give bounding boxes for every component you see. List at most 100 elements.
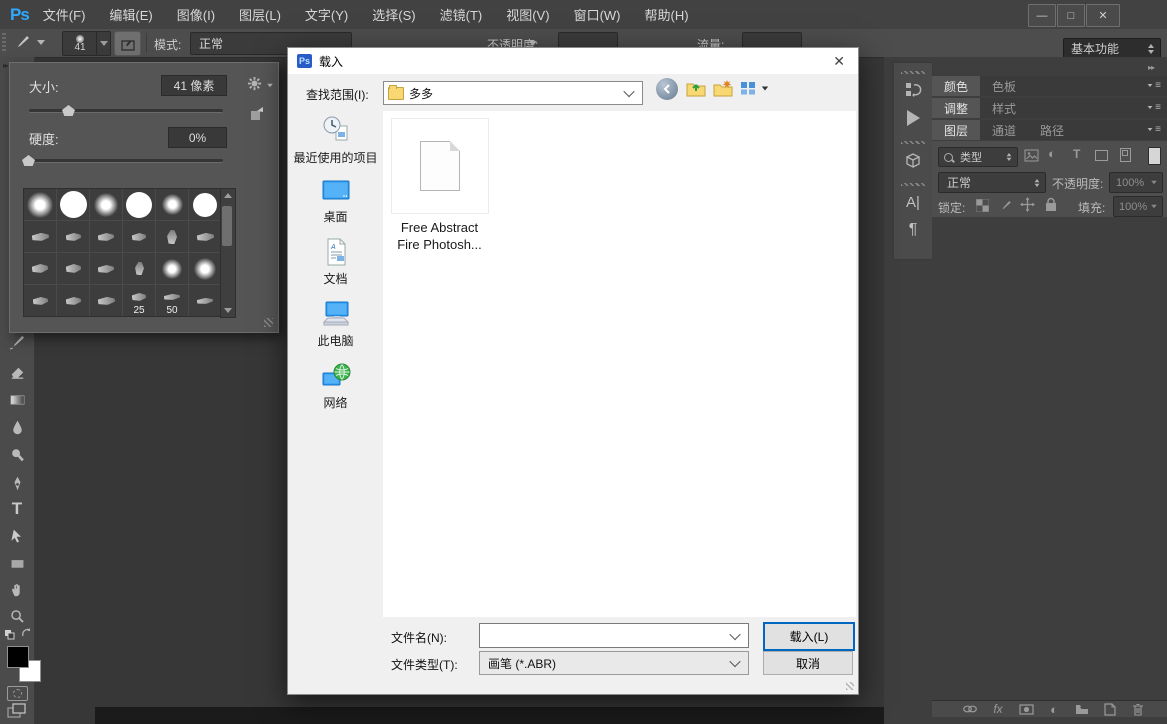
brush-preset[interactable] <box>123 221 155 252</box>
zoom-tool[interactable] <box>6 605 28 627</box>
brush-preset[interactable] <box>90 221 122 252</box>
layer-style-button[interactable]: fx <box>990 702 1006 717</box>
screen-mode-button[interactable] <box>7 703 27 721</box>
brush-preview-caret[interactable] <box>96 31 111 56</box>
foreground-color-swatch[interactable] <box>7 646 29 668</box>
dialog-resize-grip[interactable] <box>846 682 854 690</box>
menu-layer[interactable]: 图层(L) <box>239 5 281 24</box>
brush-preset[interactable] <box>24 285 56 316</box>
views-menu-button[interactable] <box>740 81 769 96</box>
up-one-level-button[interactable] <box>686 79 706 98</box>
sidebar-item-documents[interactable]: A 文档 <box>288 237 383 287</box>
filter-adjustment-icon[interactable]: ◐ <box>1048 146 1056 161</box>
strip-grip[interactable] <box>901 71 925 74</box>
collapse-tools-icon[interactable]: ▸▸ <box>3 61 7 70</box>
brush-preset[interactable] <box>90 285 122 316</box>
dialog-titlebar[interactable]: Ps 载入 ✕ <box>288 48 858 74</box>
panel-menu-icon[interactable]: ≡ <box>1146 80 1161 91</box>
options-grip[interactable] <box>2 33 6 53</box>
path-select-tool[interactable] <box>6 525 28 547</box>
menu-edit[interactable]: 编辑(E) <box>109 5 152 24</box>
hardness-slider-thumb[interactable] <box>22 155 35 166</box>
pen-tool[interactable] <box>6 472 28 494</box>
scrollbar-thumb[interactable] <box>222 206 232 246</box>
brush-preset[interactable] <box>189 189 221 220</box>
brush-preset[interactable] <box>24 189 56 220</box>
menu-filter[interactable]: 滤镜(T) <box>440 5 483 24</box>
brush-preset[interactable]: 50 <box>156 285 188 316</box>
layers-list[interactable] <box>932 217 1167 700</box>
history-panel-button[interactable] <box>902 79 924 101</box>
sidebar-item-thispc[interactable]: 此电脑 <box>288 299 383 349</box>
new-layer-button[interactable] <box>1102 702 1118 717</box>
maximize-button[interactable]: □ <box>1057 4 1085 27</box>
fill-select[interactable]: 100% <box>1113 196 1163 217</box>
brush-preset[interactable] <box>90 253 122 284</box>
panel-menu-icon[interactable]: ≡ <box>1146 102 1161 113</box>
paragraph-panel-button[interactable]: ¶ <box>902 219 924 241</box>
layer-filter-select[interactable]: 类型 <box>938 147 1018 167</box>
file-list-area[interactable]: Free Abstract Fire Photosh... <box>383 111 856 617</box>
menu-window[interactable]: 窗口(W) <box>574 5 621 24</box>
tab-color[interactable]: 颜色 <box>932 76 980 96</box>
document-canvas[interactable] <box>95 707 885 724</box>
type-tool[interactable]: T <box>6 498 28 520</box>
character-panel-button[interactable]: A| <box>902 191 924 213</box>
opacity-select[interactable]: 100% <box>1109 172 1163 193</box>
brush-preset[interactable] <box>123 189 155 220</box>
tab-adjustments[interactable]: 调整 <box>932 98 980 118</box>
brush-preset[interactable] <box>57 221 89 252</box>
preset-scrollbar[interactable] <box>220 188 236 318</box>
back-button[interactable] <box>656 78 678 100</box>
scroll-down-icon[interactable] <box>224 308 232 313</box>
menu-file[interactable]: 文件(F) <box>43 5 86 24</box>
brush-preset[interactable] <box>189 221 221 252</box>
tool-preset-picker[interactable] <box>12 32 45 52</box>
brush-preset[interactable] <box>123 253 155 284</box>
brush-preset[interactable] <box>24 221 56 252</box>
hand-tool[interactable] <box>6 579 28 601</box>
size-slider[interactable] <box>29 109 223 113</box>
minimize-button[interactable]: — <box>1028 4 1056 27</box>
menu-view[interactable]: 视图(V) <box>506 5 549 24</box>
sidebar-item-desktop[interactable]: 桌面 <box>288 177 383 225</box>
strip-grip[interactable] <box>901 183 925 186</box>
look-in-select[interactable]: 多多 <box>383 81 643 105</box>
default-colors-icon[interactable] <box>4 629 16 641</box>
gear-icon[interactable] <box>247 76 262 91</box>
workspace-switcher[interactable]: 基本功能 <box>1063 38 1161 59</box>
brush-preset[interactable] <box>57 285 89 316</box>
filter-shape-layers-icon[interactable] <box>1095 150 1108 161</box>
tab-paths[interactable]: 路径 <box>1028 120 1076 140</box>
brush-preset[interactable] <box>189 285 221 316</box>
hardness-value-field[interactable]: 0% <box>168 127 227 148</box>
gradient-tool[interactable] <box>6 388 28 410</box>
dodge-tool[interactable] <box>6 444 28 466</box>
brush-preview-button[interactable]: 41 <box>62 31 98 56</box>
hardness-slider[interactable] <box>29 159 223 163</box>
menu-image[interactable]: 图像(I) <box>177 5 215 24</box>
size-value-field[interactable]: 41 像素 <box>161 75 227 96</box>
blend-mode-select[interactable]: 正常 <box>938 172 1046 193</box>
tab-swatches[interactable]: 色板 <box>980 76 1028 96</box>
lock-position-icon[interactable] <box>1020 197 1035 212</box>
brush-preset[interactable] <box>57 253 89 284</box>
3d-panel-button[interactable] <box>902 149 924 171</box>
sidebar-item-network[interactable]: 网络 <box>288 361 383 411</box>
brush-preset[interactable] <box>156 189 188 220</box>
brush-preset[interactable] <box>156 253 188 284</box>
filename-input[interactable] <box>479 623 749 648</box>
mixer-brush-tool[interactable] <box>6 330 28 352</box>
size-slider-thumb[interactable] <box>62 105 75 116</box>
collapse-dock-right-icon[interactable]: ▸▸ <box>1148 63 1154 72</box>
brush-preset[interactable]: 25 <box>123 285 155 316</box>
actions-panel-button[interactable] <box>902 107 924 129</box>
menu-select[interactable]: 选择(S) <box>372 5 415 24</box>
close-button[interactable]: ✕ <box>1086 4 1120 27</box>
delete-layer-button[interactable] <box>1130 702 1146 717</box>
blur-tool[interactable] <box>6 416 28 438</box>
toggle-brush-panel-button[interactable] <box>114 31 141 56</box>
tab-channels[interactable]: 通道 <box>980 120 1028 140</box>
panel-resize-grip[interactable] <box>264 318 273 327</box>
link-layers-button[interactable] <box>962 702 978 717</box>
